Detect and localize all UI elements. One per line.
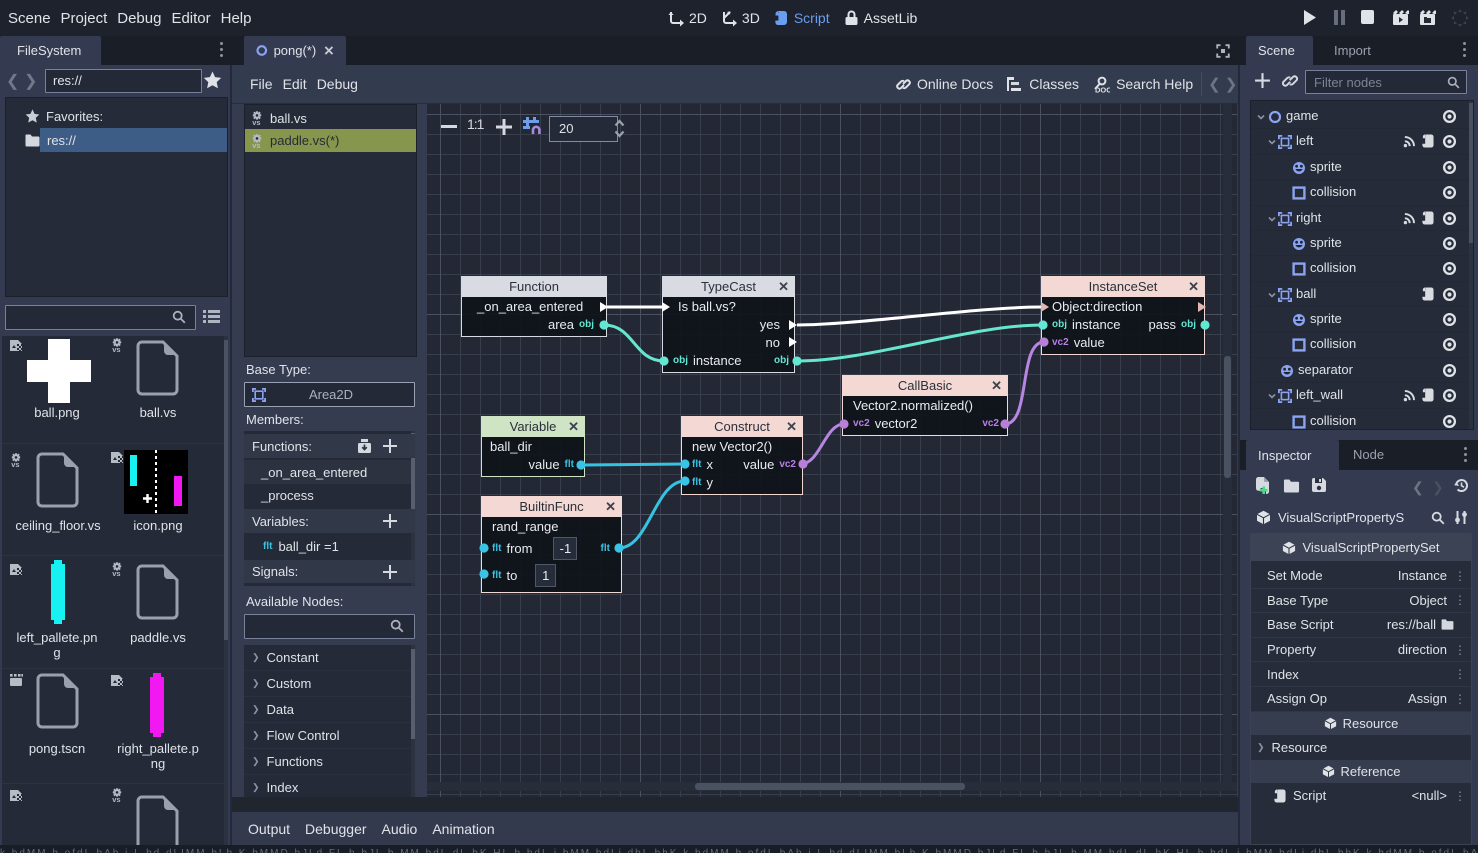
svg-text:DOC: DOC xyxy=(1095,85,1110,93)
